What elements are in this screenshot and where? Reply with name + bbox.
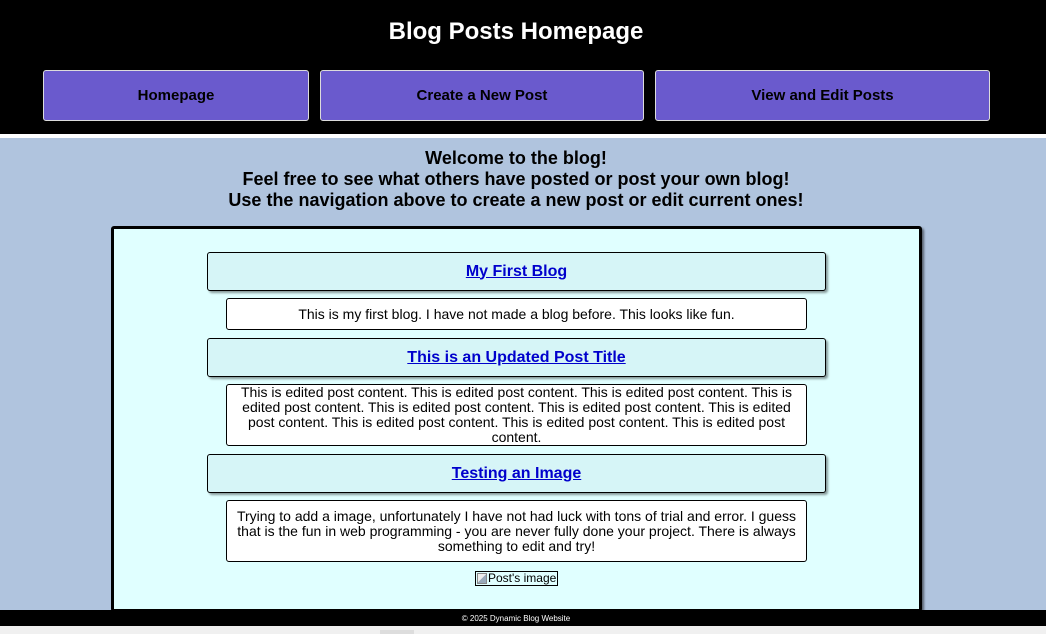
post-title-link[interactable]: Testing an Image <box>452 465 582 483</box>
post-content: Trying to add a image, unfortunately I h… <box>226 500 807 562</box>
site-footer: © 2025 Dynamic Blog Website <box>0 610 1046 626</box>
header-divider <box>0 134 1046 138</box>
welcome-line: Use the navigation above to create a new… <box>228 190 804 210</box>
post-title-link[interactable]: This is an Updated Post Title <box>407 349 625 367</box>
post-title-box: This is an Updated Post Title <box>207 338 826 377</box>
footer-copyright: © 2025 Dynamic Blog Website <box>461 613 571 623</box>
post-title-link[interactable]: My First Blog <box>466 263 567 281</box>
site-header: Blog Posts Homepage Homepage Create a Ne… <box>0 0 1046 134</box>
welcome-line: Feel free to see what others have posted… <box>242 169 790 189</box>
site-title: Blog Posts Homepage <box>388 18 644 45</box>
welcome-message: Welcome to the blog! Feel free to see wh… <box>0 148 1032 211</box>
post-image-broken: Post's image <box>475 571 558 586</box>
posts-container: My First Blog This is my first blog. I h… <box>111 226 922 612</box>
horizontal-scrollbar[interactable] <box>0 626 1046 634</box>
nav-create-post-button[interactable]: Create a New Post <box>320 70 644 121</box>
post-content: This is edited post content. This is edi… <box>226 384 807 446</box>
post-content: This is my first blog. I have not made a… <box>226 298 807 330</box>
broken-image-icon <box>477 573 487 584</box>
nav-homepage-button[interactable]: Homepage <box>43 70 309 121</box>
post-title-box: Testing an Image <box>207 454 826 493</box>
nav-view-edit-posts-button[interactable]: View and Edit Posts <box>655 70 990 121</box>
scrollbar-thumb[interactable] <box>380 630 414 634</box>
post-image-alt-text: Post's image <box>488 571 557 585</box>
welcome-line: Welcome to the blog! <box>425 148 607 168</box>
post-title-box: My First Blog <box>207 252 826 291</box>
